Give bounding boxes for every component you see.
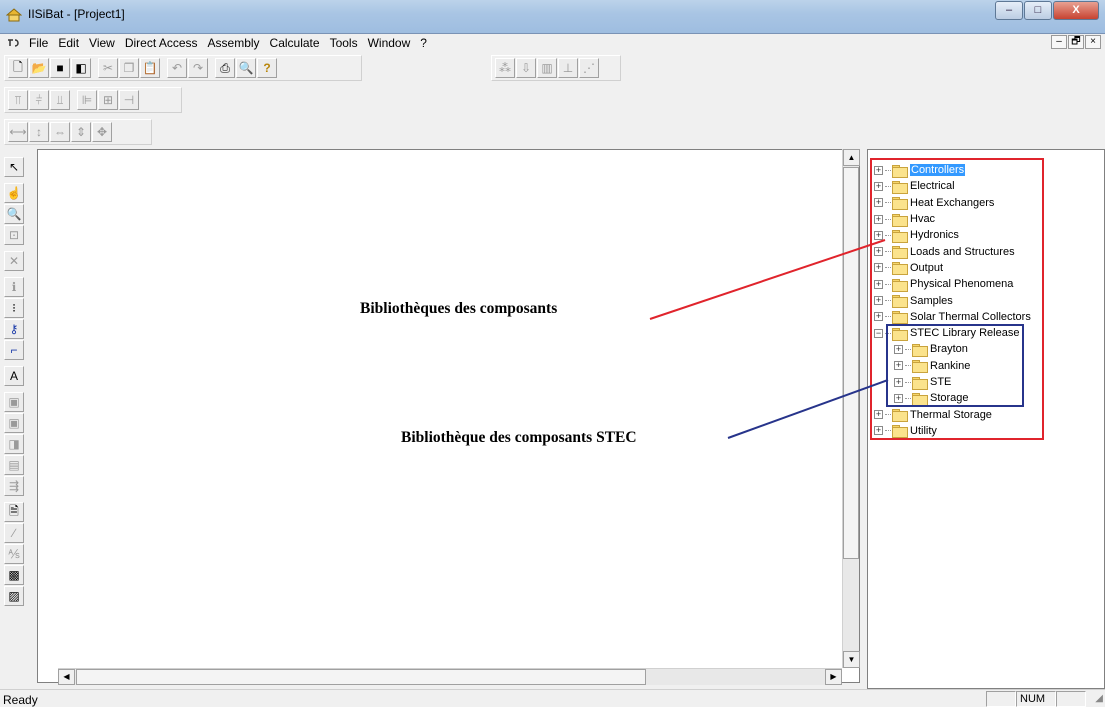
table-icon[interactable]: ▥ <box>537 58 557 78</box>
menu-bar: File Edit View Direct Access Assembly Ca… <box>0 34 1105 52</box>
align-middle-icon[interactable]: ⫩ <box>29 90 49 110</box>
secondary-toolbar: ⁂ ⇩ ▥ ⊥ ⋰ <box>491 55 621 81</box>
mdi-restore-button[interactable]: 🗗 <box>1068 35 1084 49</box>
network-icon[interactable]: ⁂ <box>495 58 515 78</box>
print-preview-icon[interactable]: 🔍 <box>236 58 256 78</box>
save-icon[interactable]: ■ <box>50 58 70 78</box>
main-toolbar: 🗋 📂 ■ ◧ ✂ ❐ 📋 ↶ ↷ ⎙ 🔍 ? <box>4 55 362 81</box>
status-panel-empty <box>986 691 1016 707</box>
status-text: Ready <box>3 693 38 707</box>
canvas-horizontal-scrollbar[interactable]: ◀ ▶ <box>58 668 842 685</box>
menu-tools[interactable]: Tools <box>325 36 363 50</box>
app-menu-icon[interactable] <box>7 38 21 48</box>
scroll-up-icon[interactable]: ▲ <box>843 149 860 166</box>
help-icon[interactable]: ? <box>257 58 277 78</box>
canvas-vertical-scrollbar[interactable]: ▲ ▼ <box>842 149 860 668</box>
app-icon <box>6 8 22 22</box>
component-c-icon[interactable]: ◨ <box>4 434 24 454</box>
drawing-canvas[interactable] <box>37 149 860 683</box>
same-width-icon[interactable]: ⇔ <box>50 122 70 142</box>
component-icon[interactable]: ⊥ <box>558 58 578 78</box>
copy-icon[interactable]: ❐ <box>119 58 139 78</box>
connector-icon[interactable]: ⌐ <box>4 340 24 360</box>
minimize-button[interactable]: – <box>995 1 1023 20</box>
scroll-right-icon[interactable]: ▶ <box>825 669 842 685</box>
same-size-icon[interactable]: ✥ <box>92 122 112 142</box>
component-d-icon[interactable]: ▤ <box>4 455 24 475</box>
pdr-icon[interactable]: ⋰ <box>579 58 599 78</box>
paste-icon[interactable]: 📋 <box>140 58 160 78</box>
zoom-box-icon[interactable]: ⊡ <box>4 225 24 245</box>
window-title: IISiBat - [Project1] <box>28 7 125 21</box>
align-top-icon[interactable]: ⫪ <box>8 90 28 110</box>
menu-assembly[interactable]: Assembly <box>203 36 265 50</box>
menu-direct-access[interactable]: Direct Access <box>120 36 203 50</box>
mdi-close-button[interactable]: × <box>1085 35 1101 49</box>
status-bar: Ready NUM ◢ <box>0 689 1105 707</box>
align-left-icon[interactable]: ⊫ <box>77 90 97 110</box>
title-bar: IISiBat - [Project1] – □ X <box>0 0 1105 34</box>
download-icon[interactable]: ⇩ <box>516 58 536 78</box>
hand-icon[interactable]: ☝ <box>4 183 24 203</box>
component-b-icon[interactable]: ▣ <box>4 413 24 433</box>
zoom-icon[interactable]: 🔍 <box>4 204 24 224</box>
menu-help[interactable]: ? <box>415 36 432 50</box>
align-right-icon[interactable]: ⊣ <box>119 90 139 110</box>
stec-library-annotation: Bibliothèque des composants STEC <box>401 429 637 446</box>
same-height-icon[interactable]: ⇕ <box>71 122 91 142</box>
scroll-down-icon[interactable]: ▼ <box>843 651 860 668</box>
undo-icon[interactable]: ↶ <box>167 58 187 78</box>
save-all-icon[interactable]: ◧ <box>71 58 91 78</box>
component-e-icon[interactable]: ⇶ <box>4 476 24 496</box>
menu-file[interactable]: File <box>24 36 53 50</box>
vertical-scroll-thumb[interactable] <box>843 167 859 559</box>
app-window: IISiBat - [Project1] – □ X File Edit Vie… <box>0 0 1105 707</box>
align-center-icon[interactable]: ⊞ <box>98 90 118 110</box>
formula-icon[interactable]: ⅍ <box>4 544 24 564</box>
menu-edit[interactable]: Edit <box>53 36 84 50</box>
document-icon[interactable]: 🗎 <box>4 502 24 522</box>
resize-grip-icon[interactable]: ◢ <box>1095 693 1103 704</box>
print-icon[interactable]: ⎙ <box>215 58 235 78</box>
open-icon[interactable]: 📂 <box>29 58 49 78</box>
align-bottom-icon[interactable]: ⫫ <box>50 90 70 110</box>
maximize-button[interactable]: □ <box>1024 1 1052 20</box>
component-a-icon[interactable]: ▣ <box>4 392 24 412</box>
stec-highlight-box <box>886 324 1024 407</box>
link-icon[interactable]: ⁝ <box>4 298 24 318</box>
align-toolbar: ⫪ ⫩ ⫫ ⊫ ⊞ ⊣ <box>4 87 182 113</box>
horizontal-scroll-thumb[interactable] <box>76 669 646 685</box>
num-lock-indicator: NUM <box>1016 691 1056 707</box>
key-icon[interactable]: ⚷ <box>4 319 24 339</box>
menu-calculate[interactable]: Calculate <box>265 36 325 50</box>
status-panel-scroll <box>1056 691 1086 707</box>
space-horizontal-icon[interactable]: ⟷ <box>8 122 28 142</box>
cut-icon[interactable]: ✂ <box>98 58 118 78</box>
delete-icon[interactable]: ✕ <box>4 251 24 271</box>
spacing-toolbar: ⟷ ↕ ⇔ ⇕ ✥ <box>4 119 152 145</box>
close-button[interactable]: X <box>1053 1 1099 20</box>
text-icon[interactable]: A <box>4 366 24 386</box>
space-vertical-icon[interactable]: ↕ <box>29 122 49 142</box>
scroll-left-icon[interactable]: ◀ <box>58 669 75 685</box>
menu-window[interactable]: Window <box>363 36 416 50</box>
info-icon[interactable]: ℹ <box>4 277 24 297</box>
left-toolbar: ↖ ☝ 🔍 ⊡ ✕ ℹ ⁝ ⚷ ⌐ A ▣ ▣ ◨ ▤ ⇶ 🗎 ∕ ⅍ ▩ ▨ <box>4 157 26 667</box>
menu-view[interactable]: View <box>84 36 120 50</box>
mdi-minimize-button[interactable]: – <box>1051 35 1067 49</box>
libraries-annotation: Bibliothèques des composants <box>360 300 558 317</box>
redo-icon[interactable]: ↷ <box>188 58 208 78</box>
dck-icon[interactable]: ▩ <box>4 565 24 585</box>
stp-icon[interactable]: ▨ <box>4 586 24 606</box>
new-icon[interactable]: 🗋 <box>8 58 28 78</box>
pen-icon[interactable]: ∕ <box>4 523 24 543</box>
pointer-icon[interactable]: ↖ <box>4 157 24 177</box>
